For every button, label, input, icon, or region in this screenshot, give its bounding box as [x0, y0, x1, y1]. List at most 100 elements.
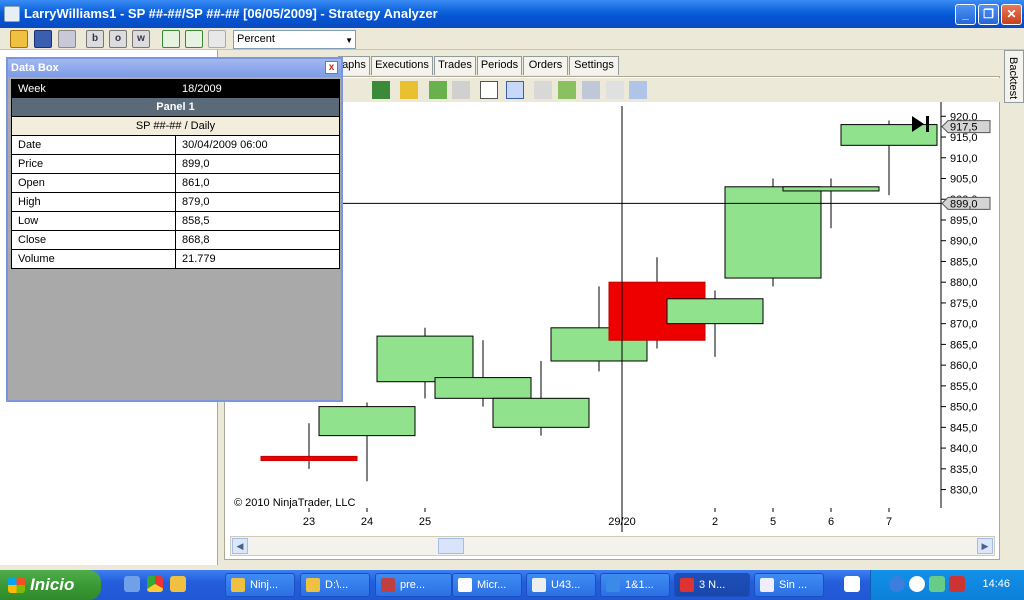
ib-icon — [532, 578, 546, 592]
bar-type-icon[interactable] — [372, 81, 390, 99]
candles — [260, 120, 938, 482]
o-button[interactable]: o — [109, 30, 127, 48]
series-header: SP ##-## / Daily — [11, 117, 340, 136]
data-box-window: Data Box x Week 18/2009 Panel 1 SP ##-##… — [6, 57, 343, 402]
view-select-value: Percent — [237, 33, 275, 45]
task-group-ninja[interactable]: 3 N... — [674, 573, 750, 597]
candle-body — [840, 124, 938, 146]
candle-body — [782, 186, 880, 192]
tab-settings[interactable]: Settings — [569, 56, 619, 75]
strategies-icon[interactable] — [582, 81, 600, 99]
y-tick-label: 860,0 — [950, 360, 978, 372]
properties-icon[interactable] — [534, 81, 552, 99]
row-value: 861,0 — [182, 177, 210, 189]
task-presentation[interactable]: pre... — [375, 573, 452, 597]
chrome-icon[interactable] — [147, 576, 163, 592]
tab-trades[interactable]: Trades — [434, 56, 476, 75]
print-icon[interactable] — [58, 30, 76, 48]
pencil-icon[interactable] — [400, 81, 418, 99]
data-box-titlebar[interactable]: Data Box x — [8, 59, 341, 77]
row-value: 858,5 — [182, 215, 210, 227]
edit-icon[interactable] — [185, 30, 203, 48]
presentation-icon — [381, 578, 395, 592]
zoom-out-icon[interactable] — [452, 81, 470, 99]
row-label: Open — [18, 177, 45, 189]
x-tick-label: 2 — [712, 516, 718, 528]
indicators-icon[interactable] — [558, 81, 576, 99]
data-icon[interactable] — [606, 81, 624, 99]
chart-scrollbar[interactable]: ◀ ▶ — [230, 536, 995, 556]
tray-icon-4[interactable] — [949, 576, 965, 592]
backtest-tab-label: Backtest — [1007, 57, 1019, 100]
x-tick-label: 23 — [303, 516, 315, 528]
crosshair-icon[interactable] — [480, 81, 498, 99]
tray-icon-2[interactable] — [909, 576, 925, 592]
remove-icon[interactable] — [208, 30, 226, 48]
view-select[interactable]: Percent ▼ — [233, 30, 356, 49]
taskbar: Inicio Ninj... D:\... pre... Micr... U43… — [0, 570, 1024, 600]
minimize-button[interactable]: _ — [955, 4, 976, 25]
start-button[interactable]: Inicio — [0, 570, 101, 600]
row-label: Date — [18, 139, 42, 151]
add-icon[interactable] — [162, 30, 180, 48]
ninja-group-icon — [680, 578, 694, 592]
candle-body — [318, 406, 416, 437]
data-box-close-button[interactable]: x — [325, 61, 338, 74]
y-tick-label: 905,0 — [950, 174, 978, 186]
y-tick-label: 865,0 — [950, 339, 978, 351]
panel-header: Panel 1 — [11, 98, 340, 117]
task-notepad[interactable]: Sin ... — [754, 573, 824, 597]
tab-periods[interactable]: Periods — [477, 56, 522, 75]
maximize-button[interactable]: ❐ — [978, 4, 999, 25]
task-folder[interactable]: D:\... — [300, 573, 370, 597]
crosshair-price-label: 899,0 — [950, 198, 978, 210]
y-tick-label: 845,0 — [950, 422, 978, 434]
data-row: Close 868,8 — [11, 231, 340, 250]
help-icon[interactable] — [844, 576, 860, 592]
tray-icon-3[interactable] — [929, 576, 945, 592]
y-tick-label: 870,0 — [950, 319, 978, 331]
folder-icon — [306, 578, 320, 592]
ninja-icon — [231, 578, 245, 592]
y-tick-label: 830,0 — [950, 485, 978, 497]
close-button[interactable]: ✕ — [1001, 4, 1022, 25]
x-tick-label: 25 — [419, 516, 431, 528]
scroll-right-icon[interactable]: ▶ — [977, 538, 993, 554]
y-axis: 920,0915,0910,0905,0900,0895,0890,0885,0… — [941, 111, 978, 497]
b-button[interactable]: b — [86, 30, 104, 48]
candle-body — [260, 455, 358, 462]
row-label: High — [18, 196, 41, 208]
backtest-tab[interactable]: Backtest — [1004, 50, 1024, 103]
y-tick-label: 895,0 — [950, 215, 978, 227]
row-value: 879,0 — [182, 196, 210, 208]
task-ninjatrader[interactable]: Ninj... — [225, 573, 295, 597]
data-box-title: Data Box — [11, 62, 59, 74]
y-tick-label: 890,0 — [950, 236, 978, 248]
zoom-in-icon[interactable] — [429, 81, 447, 99]
task-u43[interactable]: U43... — [526, 573, 596, 597]
task-browser[interactable]: 1&1... — [600, 573, 670, 597]
ie-icon — [606, 578, 620, 592]
w-button[interactable]: w — [132, 30, 150, 48]
task-microsoft[interactable]: Micr... — [452, 573, 522, 597]
data-row: Open 861,0 — [11, 174, 340, 193]
y-tick-label: 840,0 — [950, 443, 978, 455]
tab-orders[interactable]: Orders — [523, 56, 568, 75]
search-icon[interactable] — [506, 81, 524, 99]
layout-icon[interactable] — [629, 81, 647, 99]
open-folder-icon[interactable] — [10, 30, 28, 48]
y-tick-label: 880,0 — [950, 277, 978, 289]
y-tick-label: 910,0 — [950, 153, 978, 165]
scroll-end-bar — [926, 116, 929, 132]
x-axis: 23 24 25 29/20 2 5 6 7 — [303, 508, 892, 528]
explorer-icon[interactable] — [170, 576, 186, 592]
tray-icon-1[interactable] — [889, 576, 905, 592]
tab-executions[interactable]: Executions — [371, 56, 433, 75]
y-tick-label: 835,0 — [950, 464, 978, 476]
scroll-left-icon[interactable]: ◀ — [232, 538, 248, 554]
save-icon[interactable] — [34, 30, 52, 48]
copyright-text: © 2010 NinjaTrader, LLC — [234, 497, 355, 509]
show-desktop-icon[interactable] — [124, 576, 140, 592]
scroll-thumb[interactable] — [438, 538, 464, 554]
row-value: 30/04/2009 06:00 — [182, 139, 268, 151]
